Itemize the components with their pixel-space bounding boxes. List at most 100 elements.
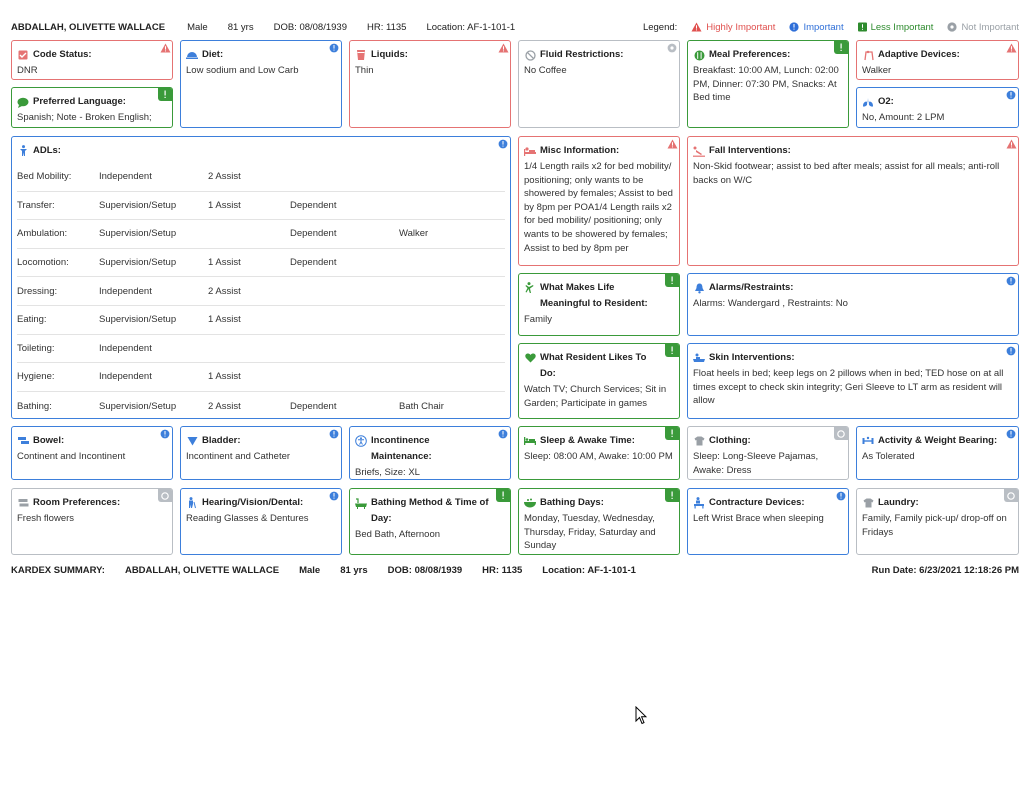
card-title: Contracture Devices: <box>693 495 843 511</box>
card-title: Bladder: <box>186 433 336 449</box>
card-value: Float heels in bed; keep legs on 2 pillo… <box>693 368 1004 407</box>
less-important-badge <box>665 489 679 502</box>
legend-important: Important <box>789 21 844 33</box>
info-circle-icon <box>789 22 800 32</box>
footer-dob: DOB: 08/08/1939 <box>387 564 463 576</box>
bell-icon <box>693 280 705 296</box>
falling-person-icon <box>693 143 705 159</box>
table-row: Bathing: Supervision/Setup 2 Assist Depende… <box>17 400 444 412</box>
card-value: Watch TV; Church Services; Sit in Garden… <box>524 384 667 409</box>
run-date: Run Date: 6/23/2021 12:18:26 PM <box>871 564 1019 576</box>
card-title: ADLs: <box>17 143 505 159</box>
card-value: As Tolerated <box>862 451 915 462</box>
card-fall-interventions: Fall Interventions: Non-Skid footwear; a… <box>687 136 1019 266</box>
card-title: O2: <box>862 94 1013 110</box>
important-badge <box>496 427 510 440</box>
card-value: Alarms: Wandergard , Restraints: No <box>693 298 848 309</box>
card-title: What Resident Likes To Do: <box>524 350 674 382</box>
card-adaptive-devices: Adaptive Devices: Walker <box>856 40 1019 80</box>
card-value: Non-Skid footwear; assist to bed after m… <box>693 161 1000 186</box>
bed-icon <box>524 433 536 449</box>
walker-icon <box>862 47 874 63</box>
less-important-badge <box>665 274 679 287</box>
cloche-icon <box>186 47 198 63</box>
warning-triangle-icon <box>691 22 702 32</box>
card-title: Bathing Method & Time of Day: <box>355 495 505 527</box>
footer-location: Location: AF-1-101-1 <box>542 564 636 576</box>
speech-bubble-icon <box>17 94 29 110</box>
not-important-badge <box>1004 489 1018 502</box>
important-badge <box>834 489 848 502</box>
card-value: Reading Glasses & Dentures <box>186 513 309 524</box>
dancing-person-icon <box>524 280 536 296</box>
patient-location: Location: AF-1-101-1 <box>426 21 516 33</box>
cane-person-icon <box>186 495 198 511</box>
card-value: Spanish; Note - Broken English; <box>17 112 152 123</box>
legend-important-label: Important <box>803 21 844 33</box>
legend-less-label: Less Important <box>870 21 934 33</box>
important-badge <box>1004 344 1018 357</box>
card-what-resident-likes: What Resident Likes To Do: Watch TV; Chu… <box>518 343 680 419</box>
card-title: Misc Information: <box>524 143 674 159</box>
card-title: Sleep & Awake Time: <box>524 433 674 449</box>
patient-dob: DOB: 08/08/1939 <box>273 21 347 33</box>
card-sleep-awake-time: Sleep & Awake Time: Sleep: 08:00 AM, Awa… <box>518 426 680 480</box>
important-badge <box>1004 274 1018 287</box>
card-value: 1/4 Length rails x2 for bed mobility/ po… <box>524 161 673 254</box>
card-bathing-method: Bathing Method & Time of Day: Bed Bath, … <box>349 488 511 555</box>
less-important-badge <box>665 427 679 440</box>
card-title: Fluid Restrictions: <box>524 47 674 63</box>
no-symbol-icon <box>524 47 536 63</box>
patient-name: ABDALLAH, OLIVETTE WALLACE <box>11 21 166 33</box>
drop-icon <box>186 433 198 449</box>
card-misc-information: Misc Information: 1/4 Length rails x2 fo… <box>518 136 680 266</box>
card-value: Briefs, Size: XL <box>355 467 420 478</box>
patient-header: ABDALLAH, OLIVETTE WALLACE Male 81 yrs D… <box>11 20 1019 34</box>
cup-icon <box>355 47 367 63</box>
shirt-icon <box>693 433 705 449</box>
card-value: Sleep: Long-Sleeve Pajamas, Awake: Dress <box>693 451 819 476</box>
card-meal-preferences: Meal Preferences: Breakfast: 10:00 AM, L… <box>687 40 849 128</box>
card-clothing: Clothing: Sleep: Long-Sleeve Pajamas, Aw… <box>687 426 849 480</box>
card-value: Low sodium and Low Carb <box>186 65 299 76</box>
card-value: Fresh flowers <box>17 513 75 524</box>
legend-title: Legend: <box>642 21 678 33</box>
card-bathing-days: Bathing Days: Monday, Tuesday, Wednesday… <box>518 488 680 555</box>
less-important-badge <box>834 41 848 54</box>
card-value: Monday, Tuesday, Wednesday, Thursday, Fr… <box>524 513 656 552</box>
important-badge <box>1004 427 1018 440</box>
card-value: Thin <box>355 65 374 76</box>
highly-important-badge <box>496 41 510 54</box>
bathtub-icon <box>355 495 367 511</box>
footer-age: 81 yrs <box>340 564 368 576</box>
check-square-icon <box>17 47 29 63</box>
important-badge <box>327 41 341 54</box>
card-value: Bed Bath, Afternoon <box>355 529 441 540</box>
card-activity-weight-bearing: Activity & Weight Bearing: As Tolerated <box>856 426 1019 480</box>
card-title: Incontinence Maintenance: <box>355 433 505 465</box>
not-important-badge <box>665 41 679 54</box>
card-bowel: Bowel: Continent and Incontinent <box>11 426 173 480</box>
card-value: No, Amount: 2 LPM <box>862 112 945 123</box>
not-important-badge <box>158 489 172 502</box>
card-value: Breakfast: 10:00 AM, Lunch: 02:00 PM, Di… <box>693 65 839 104</box>
footer-patient-name: ABDALLAH, OLIVETTE WALLACE <box>124 564 280 576</box>
card-title: Bowel: <box>17 433 167 449</box>
lungs-icon <box>862 94 874 110</box>
patient-hr: HR: 1135 <box>367 21 407 33</box>
accessibility-icon <box>355 433 367 449</box>
bath-person-icon <box>693 350 705 366</box>
card-title: Laundry: <box>862 495 1013 511</box>
card-title: Skin Interventions: <box>693 350 1013 366</box>
patient-sex: Male <box>187 21 208 33</box>
card-value: No Coffee <box>524 65 567 76</box>
less-important-badge <box>665 344 679 357</box>
table-row: Ambulation: Supervision/Setup Dependent Wal… <box>17 220 505 249</box>
footer-summary-label: KARDEX SUMMARY: <box>11 564 105 576</box>
legend-highly-important: Highly Important <box>691 22 775 33</box>
card-title: Code Status: <box>17 47 167 63</box>
card-title: Activity & Weight Bearing: <box>862 433 1013 449</box>
dumbbell-icon <box>862 433 874 449</box>
legend-less-important: Less Important <box>857 21 934 33</box>
card-value: DNR <box>17 65 38 76</box>
